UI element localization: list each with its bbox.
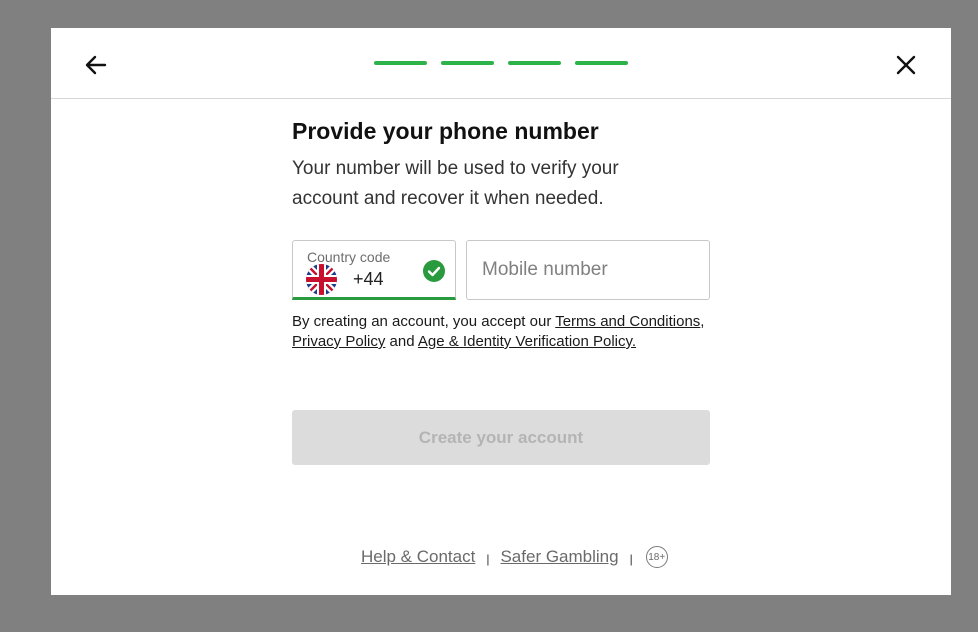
age-verification-policy-link[interactable]: Age & Identity Verification Policy.	[418, 333, 636, 350]
safer-gambling-link[interactable]: Safer Gambling	[500, 547, 618, 567]
form-content: Provide your phone number Your number wi…	[292, 116, 710, 465]
privacy-policy-link[interactable]: Privacy Policy	[292, 333, 385, 350]
progress-step-1	[374, 61, 427, 65]
country-code-select[interactable]: Country code +44	[292, 240, 456, 300]
back-button[interactable]	[81, 50, 111, 80]
close-button[interactable]	[891, 50, 921, 80]
uk-flag-icon	[306, 264, 337, 295]
progress-step-3	[508, 61, 561, 65]
arrow-left-icon	[85, 55, 107, 75]
country-code-value: +44	[353, 269, 384, 289]
progress-steps	[374, 61, 628, 65]
footer-separator: |	[629, 552, 633, 566]
check-circle-icon	[423, 260, 445, 282]
terms-comma: ,	[700, 313, 705, 330]
modal-footer: Help & Contact | Safer Gambling | 18+	[361, 545, 668, 569]
terms-and: and	[385, 333, 418, 350]
close-icon	[896, 55, 916, 75]
progress-step-4	[575, 61, 628, 65]
terms-prefix: By creating an account, you accept our	[292, 313, 556, 330]
page-title: Provide your phone number	[292, 118, 599, 144]
create-account-button[interactable]: Create your account	[292, 410, 710, 465]
progress-step-2	[441, 61, 494, 65]
terms-link[interactable]: Terms and Conditions	[555, 313, 700, 330]
mobile-number-input[interactable]	[466, 240, 710, 300]
footer-separator: |	[486, 552, 490, 566]
country-code-label: Country code	[307, 249, 391, 265]
modal-header	[51, 28, 951, 99]
age-restriction-badge: 18+	[645, 546, 668, 568]
help-contact-link[interactable]: Help & Contact	[361, 547, 475, 567]
signup-modal: Provide your phone number Your number wi…	[51, 28, 951, 595]
page-subtitle: Your number will be used to verify your …	[292, 158, 619, 209]
phone-inputs: Country code +44	[292, 240, 710, 300]
terms-text: By creating an account, you accept our T…	[292, 312, 710, 352]
